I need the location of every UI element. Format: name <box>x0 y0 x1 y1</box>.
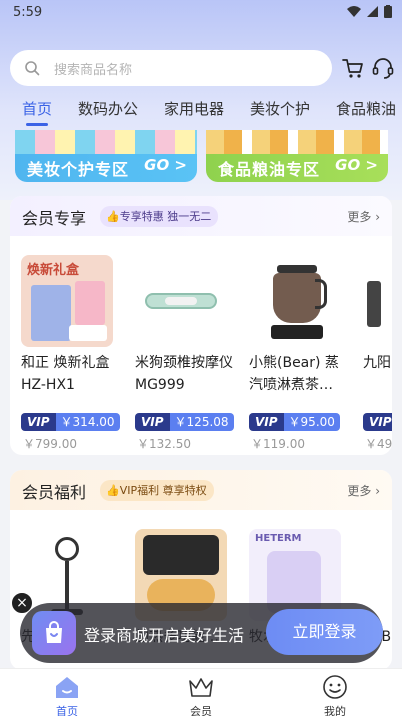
thumb-up-icon: 👍 <box>106 484 120 497</box>
product-name: 和正 焕新礼盒 HZ-HX1 <box>21 355 110 393</box>
vip-label: VIP <box>363 413 392 431</box>
home-icon <box>56 677 78 698</box>
product-image <box>363 255 392 347</box>
crown-icon <box>189 678 213 697</box>
search-bar[interactable]: 搜索商品名称 <box>10 50 332 86</box>
battery-icon <box>384 5 392 18</box>
banner-go: GO > <box>144 156 187 174</box>
bottom-navigation: 首页 会员 我的 <box>0 668 402 716</box>
section-title: 会员福利 <box>22 483 87 502</box>
thumb-up-icon: 👍 <box>106 210 120 223</box>
section-title: 会员专享 <box>22 209 87 228</box>
banner-art <box>206 130 388 154</box>
category-tabs: 首页 数码办公 家用电器 美妆个护 食品粮油 <box>0 96 402 126</box>
product-name: 米狗颈椎按摩仪MG999 <box>135 355 233 393</box>
vip-price-badge: VIP ￥314.00 <box>21 413 120 431</box>
login-prompt-bar: 登录商城开启美好生活 立即登录 <box>20 603 383 663</box>
status-time: 5:59 <box>13 5 43 20</box>
original-price: ￥49 <box>365 437 392 451</box>
nav-label: 首页 <box>56 705 78 716</box>
banner-label: 美妆个护专区 <box>27 160 130 179</box>
banner-beauty-care[interactable]: 美妆个护专区 GO > <box>15 130 197 182</box>
nav-home[interactable]: 首页 <box>27 669 107 716</box>
product-image: 焕新礼盒 <box>21 255 113 347</box>
login-button[interactable]: 立即登录 <box>266 609 383 655</box>
tab-food-oil[interactable]: 食品粮油 <box>336 98 396 119</box>
section-tag: 👍VIP福利 尊享特权 <box>100 480 214 501</box>
vip-label: VIP <box>249 413 284 431</box>
wifi-icon <box>347 6 361 17</box>
search-placeholder: 搜索商品名称 <box>54 62 133 78</box>
more-label: 更多 <box>347 484 372 498</box>
nav-member[interactable]: 会员 <box>161 669 241 716</box>
vip-label: VIP <box>21 413 56 431</box>
close-icon[interactable]: × <box>11 592 33 614</box>
status-bar: 5:59 <box>0 0 402 26</box>
section-tag-label: VIP福利 尊享特权 <box>119 484 207 497</box>
nav-label: 我的 <box>324 705 346 716</box>
banner-label: 食品粮油专区 <box>218 160 321 179</box>
more-link[interactable]: 更多 › <box>347 482 380 499</box>
vip-price-badge: VIP ￥125.08 <box>135 413 234 431</box>
nav-profile[interactable]: 我的 <box>295 669 375 716</box>
vip-price-badge: VIP￥ <box>363 413 392 431</box>
tab-home[interactable]: 首页 <box>22 98 52 119</box>
customer-service-icon[interactable] <box>370 55 396 81</box>
more-label: 更多 <box>347 210 372 224</box>
cart-icon[interactable] <box>340 55 366 81</box>
smiley-icon <box>323 675 347 699</box>
vip-price: ￥125.08 <box>169 413 234 431</box>
tab-beauty-care[interactable]: 美妆个护 <box>250 98 310 119</box>
vip-price: ￥314.00 <box>55 413 120 431</box>
search-icon <box>25 61 40 76</box>
section-header: 会员福利 👍VIP福利 尊享特权 更多 › <box>10 470 392 510</box>
original-price: ￥799.00 <box>23 437 77 451</box>
tab-digital-office[interactable]: 数码办公 <box>78 98 138 119</box>
more-link[interactable]: 更多 › <box>347 208 380 225</box>
section-tag-label: 专享特惠 独一无二 <box>119 210 212 223</box>
member-exclusive-section: 会员专享 👍专享特惠 独一无二 更多 › 焕新礼盒 和正 焕新礼盒 HZ-HX1… <box>10 196 392 455</box>
banner-go: GO > <box>335 156 378 174</box>
chevron-right-icon: › <box>375 484 380 498</box>
tab-active-indicator <box>26 123 48 126</box>
vip-price: ￥95.00 <box>283 413 340 431</box>
banner-art <box>15 130 197 154</box>
original-price: ￥119.00 <box>251 437 305 451</box>
original-price: ￥132.50 <box>137 437 191 451</box>
shopping-bag-icon <box>32 611 76 655</box>
login-prompt-text: 登录商城开启美好生活 <box>84 626 245 645</box>
status-icons <box>347 5 392 18</box>
product-image-text: HETERM <box>255 533 302 544</box>
chevron-right-icon: › <box>375 210 380 224</box>
vip-label: VIP <box>135 413 170 431</box>
section-tag: 👍专享特惠 独一无二 <box>100 206 219 227</box>
vip-price-badge: VIP ￥95.00 <box>249 413 340 431</box>
nav-label: 会员 <box>190 705 212 716</box>
product-name: 九阳 (Jo <box>363 355 392 371</box>
product-image-text: 焕新礼盒 <box>27 263 80 278</box>
banner-food-oil[interactable]: 食品粮油专区 GO > <box>206 130 388 182</box>
product-name: 小熊(Bear) 蒸汽喷淋煮茶… <box>249 355 339 393</box>
tab-home-appliances[interactable]: 家用电器 <box>164 98 224 119</box>
signal-icon <box>367 6 378 17</box>
product-image <box>135 255 227 347</box>
product-image <box>249 255 341 347</box>
section-header: 会员专享 👍专享特惠 独一无二 更多 › <box>10 196 392 236</box>
